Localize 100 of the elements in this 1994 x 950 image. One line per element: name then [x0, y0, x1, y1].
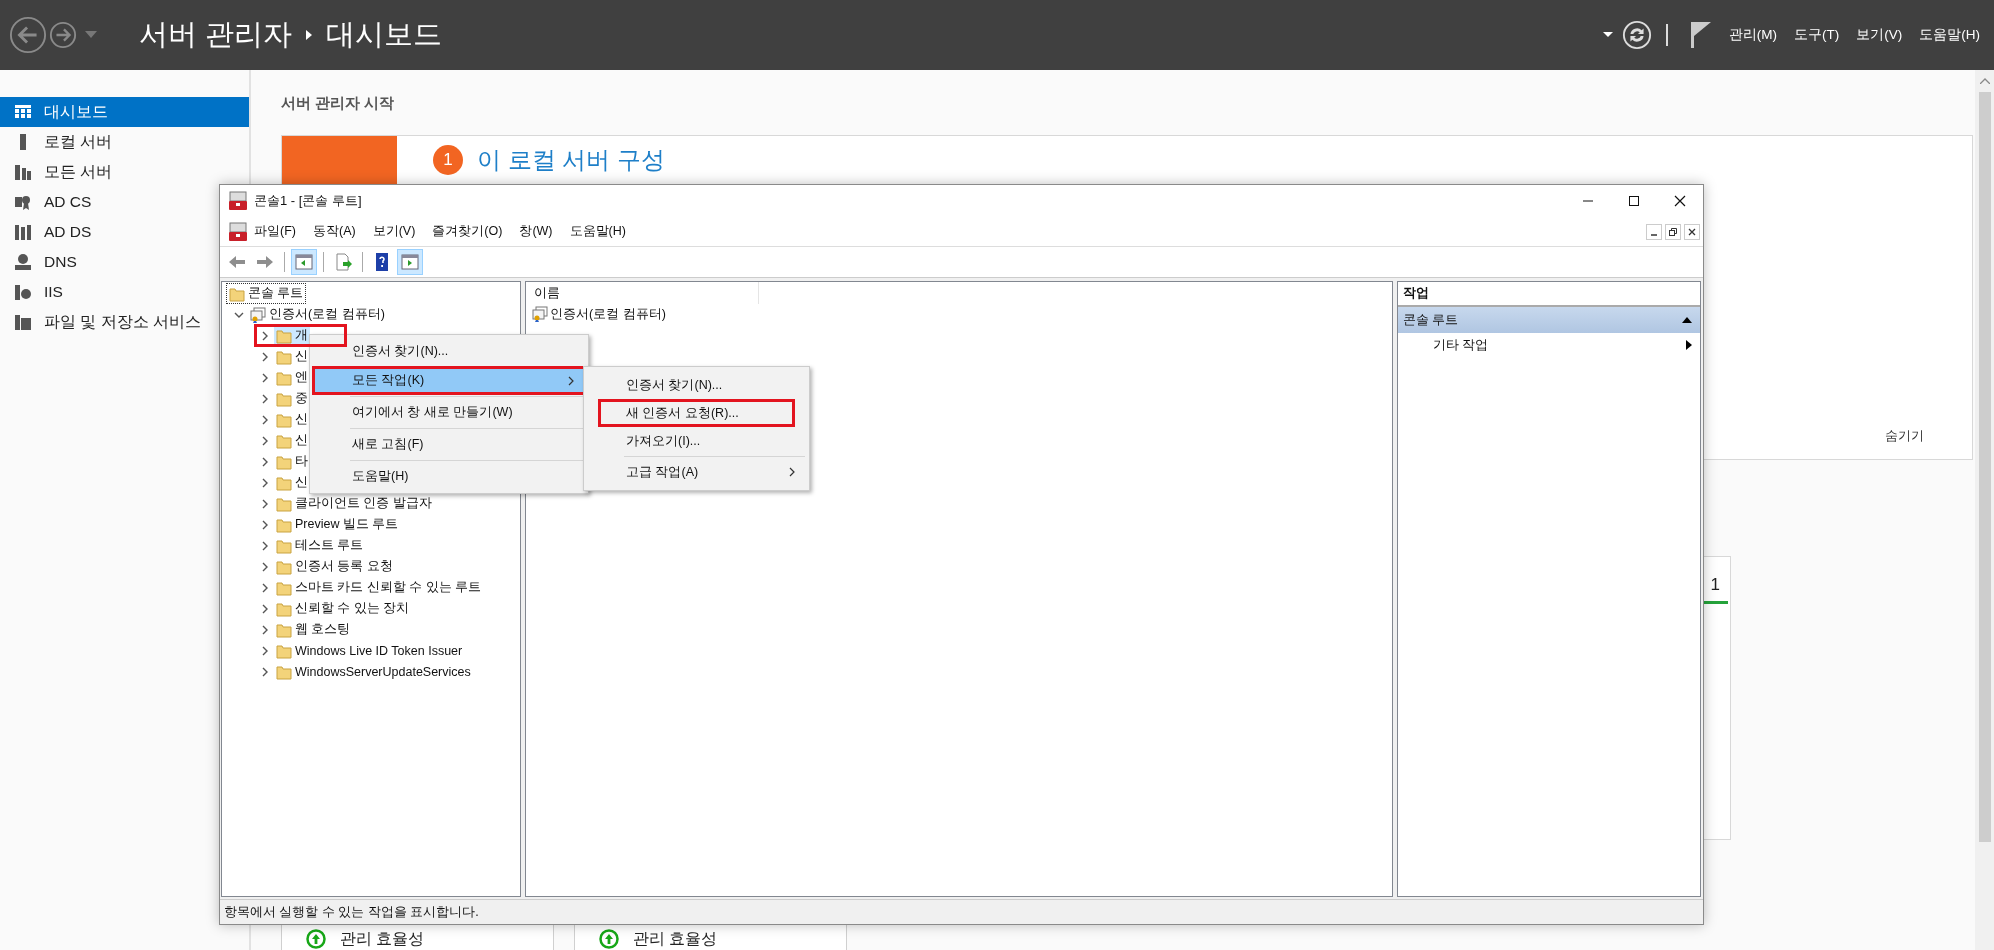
chevron-icon[interactable] — [260, 351, 270, 362]
chevron-icon[interactable] — [260, 603, 270, 614]
scrollbar[interactable] — [1975, 70, 1994, 950]
menu-item[interactable]: 창(W) — [519, 223, 553, 240]
folder-icon — [276, 516, 292, 533]
menu-item[interactable]: 고급 작업(A) — [586, 458, 807, 486]
column-header[interactable]: 이름 — [526, 282, 759, 304]
menu-item[interactable]: 파일(F) — [254, 223, 296, 240]
menu-item[interactable]: 즐겨찾기(O) — [432, 223, 503, 240]
section-header[interactable]: 콘솔 루트 — [1398, 307, 1700, 333]
flag-icon[interactable] — [1689, 21, 1712, 49]
folder-icon — [276, 663, 292, 680]
chevron-icon[interactable] — [260, 435, 270, 446]
close-button[interactable] — [1684, 223, 1700, 240]
restore-icon[interactable] — [1669, 227, 1677, 236]
chevron-icon[interactable] — [260, 561, 270, 572]
folder-icon — [276, 369, 292, 386]
tree-item[interactable]: WindowsServerUpdateServices — [274, 662, 473, 681]
tree-item[interactable]: 엔 — [274, 368, 310, 387]
menu-item[interactable]: 인증서 찾기(N)... — [312, 337, 586, 366]
menu-item[interactable]: 여기에서 창 새로 만들기(W) — [312, 398, 586, 427]
menu-item[interactable]: 동작(A) — [312, 223, 356, 240]
chevron-icon[interactable] — [260, 666, 270, 677]
maximize-icon[interactable] — [1628, 195, 1640, 207]
menu-item[interactable]: 인증서 찾기(N)... — [586, 371, 807, 399]
chevron-icon[interactable] — [260, 477, 270, 488]
folder-icon — [276, 348, 292, 365]
close-icon[interactable] — [1674, 195, 1686, 207]
sidebar-item[interactable]: 대시보드 — [0, 97, 249, 127]
tree-item[interactable]: 신 — [274, 410, 310, 429]
minimize-button[interactable] — [1646, 223, 1662, 240]
section-heading: 서버 관리자 시작 — [281, 94, 396, 113]
step-link[interactable]: 이 로컬 서버 구성 — [477, 144, 665, 176]
menu-item[interactable]: 모든 작업(K) — [312, 366, 586, 395]
folder-icon — [276, 390, 292, 407]
tree-item[interactable]: 신뢰할 수 있는 장치 — [274, 599, 412, 618]
tree-item[interactable]: Windows Live ID Token Issuer — [274, 641, 465, 660]
tree-item[interactable]: 인증서 등록 요청 — [274, 557, 395, 576]
breadcrumb-separator-icon — [306, 30, 313, 40]
folder-icon — [276, 411, 292, 428]
menu-item[interactable]: 도움말(H) — [312, 462, 586, 491]
menu-item[interactable]: 보기(V) — [1856, 26, 1903, 44]
folder-icon — [276, 495, 292, 512]
chevron-icon[interactable] — [260, 645, 270, 656]
sidebar-item[interactable]: AD DS — [0, 217, 249, 247]
tree-item[interactable]: 타 — [274, 452, 310, 471]
tree-item[interactable]: 신 — [274, 431, 310, 450]
chevron-icon[interactable] — [260, 624, 270, 635]
toolbox-icon[interactable] — [228, 221, 248, 242]
sidebar-item[interactable]: AD CS — [0, 187, 249, 217]
restore-button[interactable] — [1665, 223, 1681, 240]
chevron-icon[interactable] — [260, 456, 270, 467]
back-button[interactable] — [9, 16, 47, 54]
chevron-icon[interactable] — [260, 330, 270, 341]
list-item[interactable]: 인증서(로컬 컴퓨터) — [526, 304, 666, 324]
chevron-icon[interactable] — [260, 582, 270, 593]
menu-item[interactable]: 새 인증서 요청(R)... — [598, 399, 795, 427]
chevron-icon[interactable] — [260, 498, 270, 509]
tree-item[interactable]: 신 — [274, 473, 310, 492]
tree-item[interactable]: 웹 호스팅 — [274, 620, 353, 639]
menu-item[interactable]: 도움말(H) — [1919, 26, 1980, 44]
certificate-icon — [250, 306, 266, 323]
action-item[interactable]: 기타 작업 — [1398, 333, 1700, 357]
sidebar-item[interactable]: 파일 및 저장소 서비스 — [0, 307, 249, 337]
tree-item[interactable]: 클라이언트 인증 발급자 — [274, 494, 434, 513]
folder-icon — [276, 432, 292, 449]
status-bar: 항목에서 실행할 수 있는 작업을 표시합니다. — [220, 899, 1703, 924]
hide-link[interactable]: 숨기기 — [1885, 427, 1924, 445]
dropdown-caret-icon[interactable] — [1602, 32, 1613, 38]
forward-button[interactable] — [49, 21, 77, 49]
sidebar-item[interactable]: 모든 서버 — [0, 157, 249, 187]
tree-item[interactable]: 스마트 카드 신뢰할 수 있는 루트 — [274, 578, 484, 597]
sidebar-item[interactable]: DNS — [0, 247, 249, 277]
menu-item[interactable]: 새로 고침(F) — [312, 430, 586, 459]
menu-item[interactable]: 가져오기(I)... — [586, 427, 807, 455]
scroll-thumb[interactable] — [1978, 92, 1991, 842]
tree-item[interactable]: 신 — [274, 347, 310, 366]
tree-item[interactable]: 인증서(로컬 컴퓨터) — [248, 305, 387, 324]
folder-icon — [276, 453, 292, 470]
chevron-icon[interactable] — [260, 372, 270, 383]
tree-item[interactable]: Preview 빌드 루트 — [274, 515, 401, 534]
menu-item[interactable]: 보기(V) — [372, 223, 416, 240]
chevron-icon[interactable] — [260, 519, 270, 530]
menu-item[interactable]: 관리(M) — [1728, 26, 1777, 44]
refresh-icon[interactable] — [1621, 20, 1652, 50]
tile-count: 1 — [1710, 575, 1720, 595]
scroll-up-icon[interactable] — [1979, 78, 1990, 84]
toolbox-icon — [228, 191, 248, 211]
tree-item[interactable]: 테스트 루트 — [274, 536, 366, 555]
sidebar-item[interactable]: 로컬 서버 — [0, 127, 249, 157]
breadcrumb-item[interactable]: 서버 관리자 — [139, 15, 293, 55]
chevron-icon[interactable] — [260, 414, 270, 425]
window-title: 콘솔1 - [콘솔 루트] — [254, 192, 362, 210]
chevron-icon[interactable] — [260, 393, 270, 404]
close-icon[interactable] — [1688, 227, 1696, 236]
menu-item[interactable]: 도구(T) — [1794, 26, 1840, 44]
menu-item[interactable]: 도움말(H) — [569, 223, 626, 240]
chevron-icon[interactable] — [260, 540, 270, 551]
step-number: 1 — [433, 145, 463, 175]
tree-item[interactable]: 중 — [274, 389, 310, 408]
